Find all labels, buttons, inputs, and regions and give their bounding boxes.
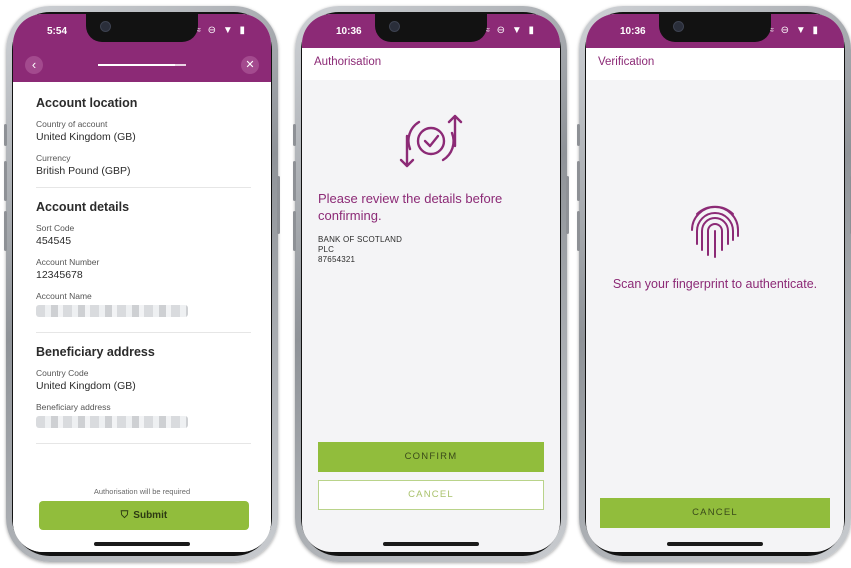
mute-switch: [577, 124, 580, 146]
status-time: 5:54: [47, 26, 68, 37]
submit-button[interactable]: ⛉ Submit: [39, 501, 249, 530]
divider: [36, 332, 251, 333]
status-icons: ≈ ⊖ ▼ ▮: [195, 25, 247, 36]
beneficiary-address-redacted: [36, 416, 188, 428]
phone-3: 10:36 ≈ ⊖ ▼ ▮ Verification Scan your fin…: [577, 6, 851, 562]
sort-code-label: Sort Code: [36, 223, 75, 233]
phone-2: 10:36 ≈ ⊖ ▼ ▮ Authorisation Please revie…: [293, 6, 569, 562]
notch: [659, 14, 771, 42]
authorisation-icon: [399, 114, 463, 168]
sort-code-value: 454545: [36, 235, 72, 247]
section-title-details: Account details: [36, 200, 130, 214]
screen-account-review: 5:54 ≈ ⊖ ▼ ▮ ‹ ✕ Account location Countr…: [13, 14, 271, 552]
status-time: 10:36: [336, 26, 362, 37]
chevron-left-icon[interactable]: ‹: [25, 56, 43, 74]
camera-icon: [100, 21, 111, 32]
fingerprint-icon[interactable]: [687, 200, 743, 260]
bank-line: BANK OF SCOTLAND: [318, 235, 403, 244]
status-icons: ≈ ⊖ ▼ ▮: [768, 25, 820, 36]
account-number-label: Account Number: [36, 257, 100, 267]
cancel-button[interactable]: CANCEL: [600, 498, 830, 528]
screen-verification: 10:36 ≈ ⊖ ▼ ▮ Verification Scan your fin…: [586, 14, 844, 552]
authorisation-note: Authorisation will be required: [93, 487, 191, 496]
status-icons: ≈ ⊖ ▼ ▮: [484, 25, 536, 36]
bank-line: PLC: [318, 245, 335, 254]
currency-value: British Pound (GBP): [36, 165, 131, 177]
account-number-value: 12345678: [36, 269, 83, 281]
bank-line: 87654321: [318, 255, 356, 264]
camera-icon: [389, 21, 400, 32]
home-indicator[interactable]: [383, 542, 479, 546]
divider: [36, 187, 251, 188]
mute-switch: [293, 124, 296, 146]
scan-prompt: Scan your fingerprint to authenticate.: [612, 277, 818, 291]
notch: [86, 14, 198, 42]
divider: [36, 443, 251, 444]
progress-fill: [98, 64, 176, 66]
volume-up-button: [577, 161, 580, 201]
review-prompt: Please review the details before confirm…: [318, 191, 503, 223]
currency-label: Currency: [36, 153, 71, 163]
notch: [375, 14, 487, 42]
page-title: Authorisation: [302, 48, 560, 80]
bank-details: BANK OF SCOTLAND PLC 87654321: [318, 235, 402, 265]
volume-down-button: [4, 211, 7, 251]
section-title-location: Account location: [36, 96, 138, 110]
account-summary: Account location Country of account Unit…: [13, 82, 271, 552]
home-indicator[interactable]: [94, 542, 190, 546]
country-code-value: United Kingdom (GB): [36, 380, 136, 392]
mute-switch: [4, 124, 7, 146]
country-value: United Kingdom (GB): [36, 131, 136, 143]
volume-down-button: [293, 211, 296, 251]
volume-up-button: [293, 161, 296, 201]
progress-bar: [98, 64, 186, 66]
nav-bar: ‹ ✕: [13, 48, 271, 82]
power-button: [566, 176, 569, 234]
beneficiary-address-label: Beneficiary address: [36, 402, 111, 412]
camera-icon: [673, 21, 684, 32]
section-title-beneficiary: Beneficiary address: [36, 345, 155, 359]
home-indicator[interactable]: [667, 542, 763, 546]
country-label: Country of account: [36, 119, 108, 129]
close-icon[interactable]: ✕: [241, 56, 259, 74]
account-name-label: Account Name: [36, 291, 92, 301]
page-title: Verification: [586, 48, 844, 80]
submit-label: Submit: [133, 510, 168, 521]
screen-authorisation: 10:36 ≈ ⊖ ▼ ▮ Authorisation Please revie…: [302, 14, 560, 552]
volume-down-button: [577, 211, 580, 251]
volume-up-button: [4, 161, 7, 201]
confirm-button[interactable]: CONFIRM: [318, 442, 544, 472]
status-time: 10:36: [620, 26, 646, 37]
cancel-button[interactable]: CANCEL: [318, 480, 544, 510]
power-button: [277, 176, 280, 234]
country-code-label: Country Code: [36, 368, 89, 378]
account-name-redacted: [36, 305, 188, 317]
phone-1: 5:54 ≈ ⊖ ▼ ▮ ‹ ✕ Account location Countr…: [4, 6, 280, 562]
shield-icon: ⛉: [120, 510, 129, 521]
